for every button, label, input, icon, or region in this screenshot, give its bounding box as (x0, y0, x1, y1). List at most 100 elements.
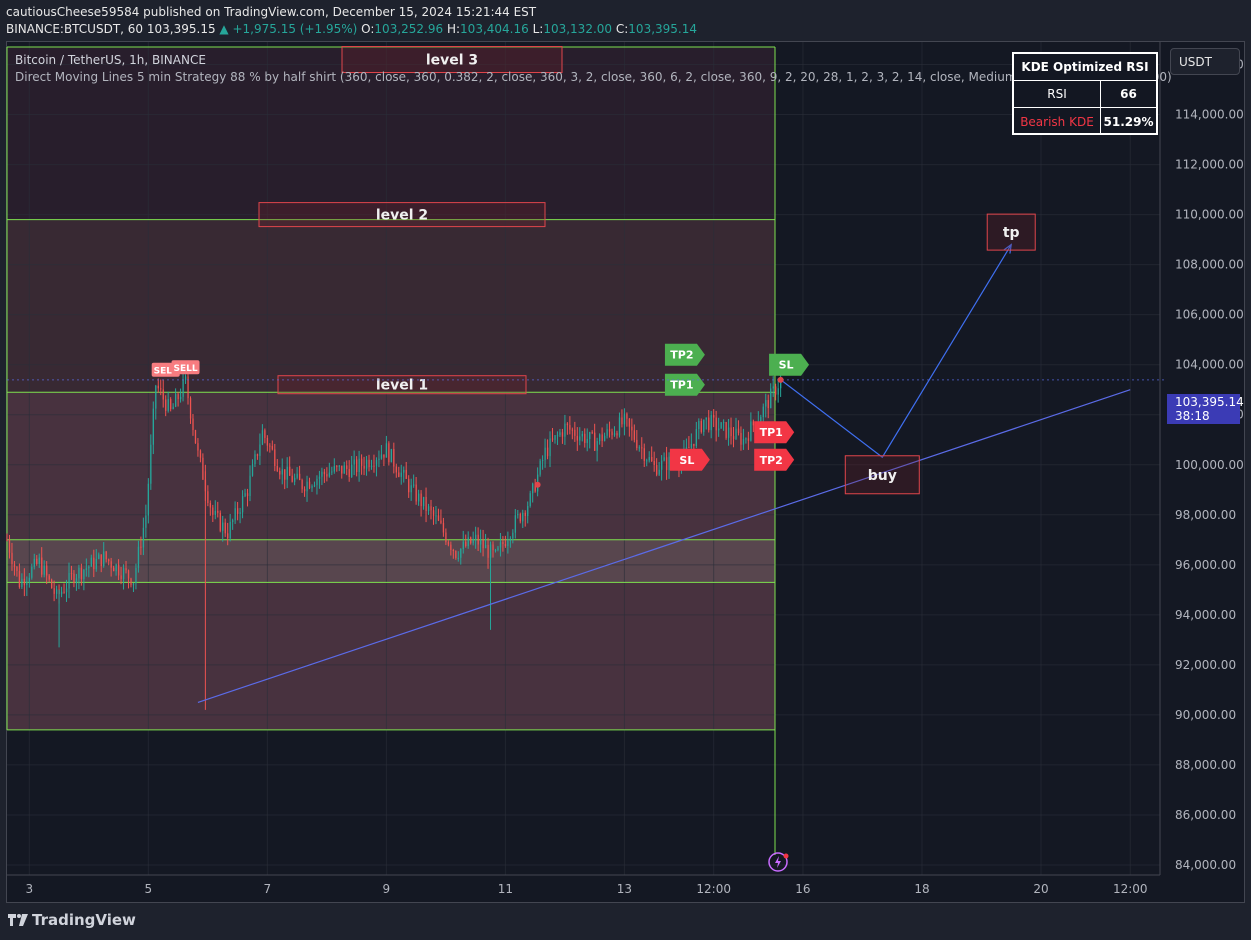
candle-body (410, 485, 412, 493)
candle-body (167, 399, 169, 411)
candle-body (274, 449, 276, 467)
y-tick-label: 110,000.00 (1175, 208, 1244, 222)
x-tick-label: 13 (617, 882, 632, 896)
candle-body (648, 457, 650, 461)
candle-body (368, 459, 370, 468)
candle-body (259, 444, 261, 456)
projection-path (780, 244, 1012, 459)
candle-body (415, 484, 417, 502)
candle-body (237, 508, 239, 514)
candle-body (472, 538, 474, 544)
candle-body (727, 427, 730, 438)
candle-body (616, 433, 618, 436)
candle-body (435, 515, 437, 517)
candle-body (351, 464, 353, 477)
candle-body (194, 430, 197, 444)
candle-body (341, 465, 343, 474)
candle-body (43, 565, 45, 575)
currency-button[interactable]: USDT (1170, 48, 1240, 75)
candle-body (157, 385, 159, 389)
candle-body (591, 432, 593, 434)
candle-body (631, 426, 633, 431)
candle-body (517, 513, 519, 516)
candle-body (730, 427, 732, 437)
candle-body (715, 417, 717, 431)
candle-body (668, 456, 670, 471)
candle-body (93, 557, 95, 570)
candle-body (266, 437, 269, 446)
last-price-dot (777, 376, 784, 383)
candle-body (182, 380, 184, 397)
candle-body (606, 429, 608, 436)
zone-mid (7, 539, 775, 583)
candle-body (78, 567, 80, 579)
candle-body (249, 475, 251, 497)
candle-body (462, 541, 464, 549)
candle-body (564, 423, 566, 437)
candle-body (539, 460, 541, 475)
y-tick-label: 96,000.00 (1175, 558, 1236, 572)
candle-body (197, 443, 199, 451)
rsi-table-title: KDE Optimized RSI (1021, 60, 1149, 74)
candle-body (63, 591, 65, 593)
candle-body (53, 588, 55, 594)
candle-body (229, 521, 231, 539)
candle-body (747, 438, 750, 441)
rsi-value: 66 (1120, 87, 1137, 101)
candle-body (437, 515, 440, 521)
candle-body (289, 466, 291, 476)
candle-body (224, 522, 226, 534)
candle-body (775, 386, 777, 395)
candle-body (455, 551, 457, 558)
candle-body (80, 567, 83, 580)
candle-body (239, 512, 241, 514)
candle-body (561, 432, 564, 437)
candle-body (115, 564, 117, 572)
candle-body (281, 469, 283, 475)
candle-body (395, 466, 397, 473)
candle-body (767, 400, 769, 409)
symbol-legend[interactable]: Bitcoin / TetherUS, 1h, BINANCE (15, 53, 206, 67)
candle-body (574, 429, 576, 436)
candle-body (546, 447, 549, 457)
candle-body (199, 450, 202, 458)
candle-body (323, 471, 326, 475)
candle-body (470, 537, 472, 544)
price-chart[interactable]: level 3level 2level 1buytpSELLSELLTP2TP1… (0, 0, 1251, 940)
candle-body (430, 506, 432, 511)
indicator-legend[interactable]: Direct Moving Lines 5 min Strategy 88 % … (15, 70, 1172, 84)
candle-body (296, 473, 298, 478)
candle-body (279, 470, 281, 475)
candle-body (135, 567, 137, 584)
candle-body (705, 417, 707, 420)
candle-body (125, 568, 127, 571)
x-tick-label: 12:00 (1113, 882, 1148, 896)
candle-body (596, 441, 598, 451)
candle-body (46, 565, 48, 576)
candle-body (512, 532, 514, 539)
candle-body (346, 465, 348, 469)
candle-body (269, 445, 271, 447)
candle-body (589, 432, 591, 440)
candle-body (442, 522, 445, 533)
footer-brand: TradingView (32, 911, 136, 929)
candle-body (633, 430, 636, 440)
signal-flag-label: TP1 (760, 426, 783, 439)
candle-body (321, 471, 323, 477)
annotation-label: level 3 (426, 53, 478, 69)
candle-body (100, 554, 102, 567)
candle-body (264, 430, 266, 438)
candle-body (241, 496, 244, 513)
candle-body (661, 460, 663, 470)
kde-value: 51.29% (1103, 114, 1154, 129)
candle-body (68, 573, 70, 589)
candle-body (663, 457, 665, 461)
candle-body (256, 454, 259, 456)
candle-body (477, 534, 479, 545)
candle-body (246, 493, 249, 497)
candle-body (110, 561, 112, 568)
candle-body (48, 575, 50, 580)
tradingview-logo[interactable]: TradingView (8, 911, 136, 929)
candle-body (594, 432, 596, 451)
candle-body (608, 429, 611, 432)
